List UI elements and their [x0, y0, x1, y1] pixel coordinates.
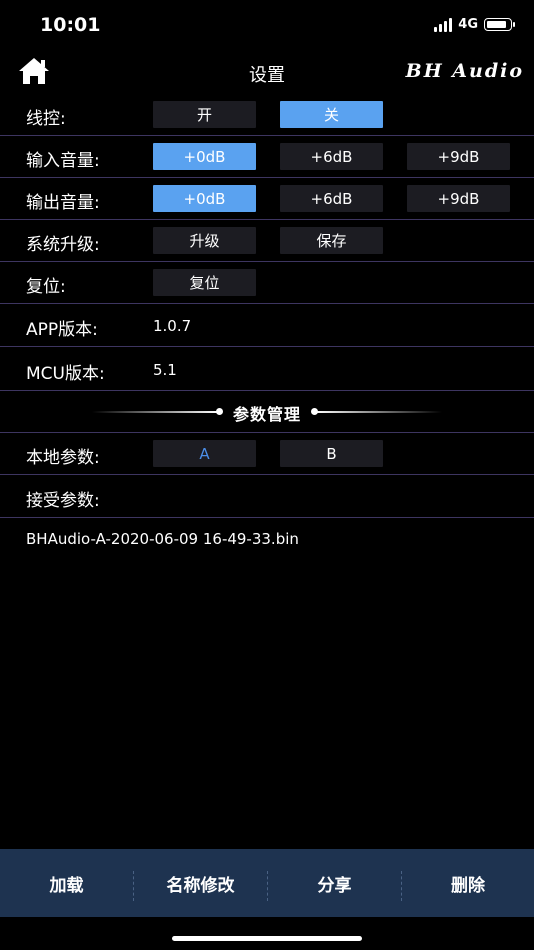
param-a-button[interactable]: A [153, 440, 256, 467]
status-icons: 4G [434, 17, 515, 32]
reset-button[interactable]: 复位 [153, 269, 256, 296]
mcu-version-row: MCU版本: 5.1 [0, 347, 534, 391]
system-upgrade-row: 系统升级: 升级 保存 [0, 220, 534, 262]
input-volume-row: 输入音量: +0dB +6dB +9dB [0, 136, 534, 178]
input-volume-label: 输入音量: [26, 151, 100, 171]
divider-right [316, 411, 442, 413]
wire-control-label: 线控: [26, 109, 66, 129]
wire-control-row: 线控: 开 关 [0, 94, 534, 136]
save-button[interactable]: 保存 [280, 227, 383, 254]
nav-bar: 设置 BH Audio [0, 50, 534, 94]
rename-button[interactable]: 名称修改 [134, 849, 267, 917]
status-time: 10:01 [40, 14, 101, 36]
local-params-label: 本地参数: [26, 448, 100, 468]
wire-on-button[interactable]: 开 [153, 101, 256, 128]
network-type: 4G [458, 17, 478, 32]
param-management-header: 参数管理 [0, 391, 534, 433]
param-b-button[interactable]: B [280, 440, 383, 467]
param-file-item[interactable]: BHAudio-A-2020-06-09 16-49-33.bin [26, 530, 299, 548]
app-version-row: APP版本: 1.0.7 [0, 304, 534, 347]
home-indicator [172, 936, 362, 941]
input-0db-button[interactable]: +0dB [153, 143, 256, 170]
received-params-label: 接受参数: [26, 491, 100, 511]
output-volume-label: 输出音量: [26, 193, 100, 213]
input-6db-button[interactable]: +6dB [280, 143, 383, 170]
mcu-version-value: 5.1 [153, 361, 177, 379]
app-version-label: APP版本: [26, 320, 98, 340]
signal-icon [434, 17, 453, 32]
bottom-toolbar: 加载 名称修改 分享 删除 [0, 849, 534, 917]
section-title: 参数管理 [232, 405, 301, 424]
delete-button[interactable]: 删除 [402, 849, 534, 917]
local-params-row: 本地参数: A B [0, 433, 534, 475]
battery-icon [484, 18, 515, 31]
system-upgrade-label: 系统升级: [26, 235, 100, 255]
share-button[interactable]: 分享 [268, 849, 401, 917]
brand-logo: BH Audio [405, 60, 524, 82]
upgrade-button[interactable]: 升级 [153, 227, 256, 254]
mcu-version-label: MCU版本: [26, 364, 105, 384]
output-9db-button[interactable]: +9dB [407, 185, 510, 212]
app-version-value: 1.0.7 [153, 317, 192, 335]
status-bar: 10:01 4G [0, 0, 534, 50]
reset-label: 复位: [26, 277, 66, 297]
load-button[interactable]: 加载 [0, 849, 133, 917]
output-volume-row: 输出音量: +0dB +6dB +9dB [0, 178, 534, 220]
wire-off-button[interactable]: 关 [280, 101, 383, 128]
output-6db-button[interactable]: +6dB [280, 185, 383, 212]
output-0db-button[interactable]: +0dB [153, 185, 256, 212]
reset-row: 复位: 复位 [0, 262, 534, 304]
input-9db-button[interactable]: +9dB [407, 143, 510, 170]
received-params-row: 接受参数: [0, 475, 534, 518]
